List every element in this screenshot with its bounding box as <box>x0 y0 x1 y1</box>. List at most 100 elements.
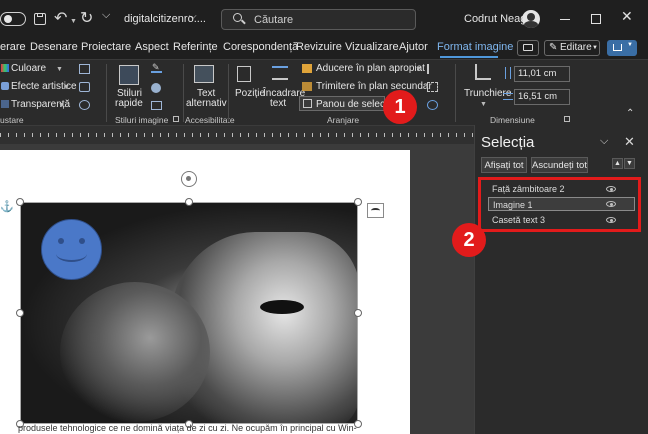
transparency-icon <box>1 100 9 108</box>
tab-proiectare[interactable]: Proiectare <box>81 41 131 53</box>
body-text: produsele tehnologice ce ne domină viața… <box>18 423 357 433</box>
pane-options-chevron-icon[interactable]: ⌵ <box>600 135 608 148</box>
title-bar: ↶ ▼ ↻ ⌵ digitalcitizenro.... ⌵ Căutare C… <box>0 0 648 40</box>
autosave-toggle[interactable] <box>0 12 26 26</box>
editing-mode-button[interactable]: ✎ Editare ▼ <box>544 40 600 56</box>
move-down-button[interactable]: ▼ <box>624 158 635 169</box>
tab-desenare[interactable]: Desenare <box>30 41 78 53</box>
editing-label: Editare <box>560 42 592 53</box>
send-backward-icon <box>302 82 312 91</box>
quick-styles-button-line2[interactable]: rapide <box>115 98 143 109</box>
undo-dropdown-icon[interactable]: ▼ <box>70 14 77 26</box>
selection-pane-title: Selecția <box>481 134 535 151</box>
minimize-icon[interactable] <box>560 19 570 20</box>
annotation-badge-1: 1 <box>383 90 417 124</box>
resize-handle[interactable] <box>16 198 24 206</box>
search-placeholder: Căutare <box>254 14 294 26</box>
divider <box>183 64 184 122</box>
resize-handle[interactable] <box>354 309 362 317</box>
compress-pictures-icon[interactable] <box>79 64 90 74</box>
width-input[interactable]: 16,51 cm <box>514 89 570 105</box>
annotation-badge-2: 2 <box>452 223 486 257</box>
bring-forward-icon <box>302 64 312 73</box>
wrap-text-button-line2[interactable]: text <box>270 98 286 109</box>
collapse-ribbon-icon[interactable]: ⌃ <box>626 108 634 119</box>
customize-toolbar-icon[interactable]: ⌵ <box>102 9 110 22</box>
dialog-launcher-icon[interactable] <box>564 116 570 122</box>
resize-handle[interactable] <box>185 198 193 206</box>
height-icon <box>505 67 511 79</box>
tab-vizualizare[interactable]: Vizualizare <box>345 41 399 53</box>
picture-border-icon[interactable]: ✎ <box>151 62 162 73</box>
search-icon-handle <box>241 19 246 25</box>
show-all-button[interactable]: Afișați tot <box>481 157 527 173</box>
rotate-handle-icon[interactable] <box>181 171 197 187</box>
chevron-down-icon: ▼ <box>56 66 63 73</box>
divider <box>106 64 107 122</box>
tab-revizuire[interactable]: Revizuire <box>296 41 342 53</box>
move-up-button[interactable]: ▲ <box>612 158 623 169</box>
size-group-label: Dimensiune <box>490 115 535 125</box>
align-icon[interactable] <box>427 64 438 74</box>
comments-button[interactable] <box>517 40 539 56</box>
document-title-dropdown-icon[interactable]: ⌵ <box>189 11 197 22</box>
artistic-effects-icon <box>1 82 9 90</box>
hide-all-button[interactable]: Ascundeți tot <box>531 157 588 173</box>
alt-text-button-line2[interactable]: alternativ <box>186 98 227 109</box>
pencil-icon: ✎ <box>549 42 558 53</box>
quick-styles-icon <box>119 65 139 85</box>
resize-handle[interactable] <box>354 198 362 206</box>
picture-styles-group-label: Stiluri imagine <box>115 115 169 125</box>
share-button[interactable]: ▼ <box>607 40 637 56</box>
tab-inserare[interactable]: erare <box>0 41 26 53</box>
close-window-icon[interactable]: ✕ <box>621 8 633 25</box>
tab-referinte[interactable]: Referințe <box>173 41 218 53</box>
resize-handle[interactable] <box>16 309 24 317</box>
color-icon <box>1 64 9 72</box>
anchor-icon: ⚓ <box>0 201 14 213</box>
height-input[interactable]: 11,01 cm <box>514 66 570 82</box>
tab-aspect[interactable]: Aspect <box>135 41 169 53</box>
tab-corespondenta[interactable]: Corespondență <box>223 41 298 53</box>
selection-pane-icon <box>303 99 312 108</box>
dialog-launcher-icon[interactable] <box>173 116 179 122</box>
reset-picture-icon[interactable] <box>79 100 90 110</box>
tab-format-imagine[interactable]: Format imagine <box>437 41 513 53</box>
save-icon[interactable] <box>34 13 46 25</box>
smiley-face-shape[interactable] <box>41 219 102 280</box>
divider <box>228 64 229 122</box>
maximize-icon[interactable] <box>591 14 601 24</box>
chevron-down-icon: ▼ <box>480 101 487 108</box>
chevron-down-icon: ▼ <box>592 45 598 51</box>
chevron-down-icon: ▼ <box>63 84 70 91</box>
ribbon-tabs: erare Desenare Proiectare Aspect Referin… <box>0 40 648 59</box>
divider <box>455 64 456 122</box>
position-icon <box>237 66 251 82</box>
horizontal-ruler[interactable] <box>0 126 474 144</box>
share-icon <box>613 44 622 51</box>
chevron-down-icon: ▼ <box>415 66 422 73</box>
close-pane-icon[interactable]: ✕ <box>624 134 635 150</box>
redo-icon[interactable]: ↻ <box>80 8 93 28</box>
position-button[interactable]: Poziție <box>235 88 265 99</box>
picture-effects-icon[interactable] <box>151 83 161 93</box>
tab-active-underline <box>440 56 498 58</box>
chevron-down-icon: ▼ <box>58 102 65 109</box>
rotate-icon[interactable] <box>427 100 438 110</box>
width-icon <box>503 93 513 100</box>
change-picture-icon[interactable] <box>79 82 90 92</box>
color-button[interactable]: Culoare <box>11 63 46 74</box>
alt-text-icon <box>194 65 214 83</box>
bring-forward-button[interactable]: Aducere în plan apropiat <box>316 63 425 74</box>
avatar[interactable] <box>522 10 540 28</box>
search-box[interactable]: Căutare <box>221 9 416 30</box>
wrap-text-icon <box>272 66 288 80</box>
layout-options-button[interactable] <box>367 203 384 218</box>
adjust-group-label: ustare <box>0 115 24 125</box>
picture-layout-icon[interactable] <box>151 101 162 110</box>
tab-ajutor[interactable]: Ajutor <box>399 41 428 53</box>
undo-icon[interactable]: ↶ <box>54 8 67 28</box>
send-backward-button[interactable]: Trimitere în plan secundar <box>316 81 432 92</box>
chevron-down-icon: ▼ <box>627 42 633 48</box>
group-icon[interactable] <box>427 82 438 92</box>
